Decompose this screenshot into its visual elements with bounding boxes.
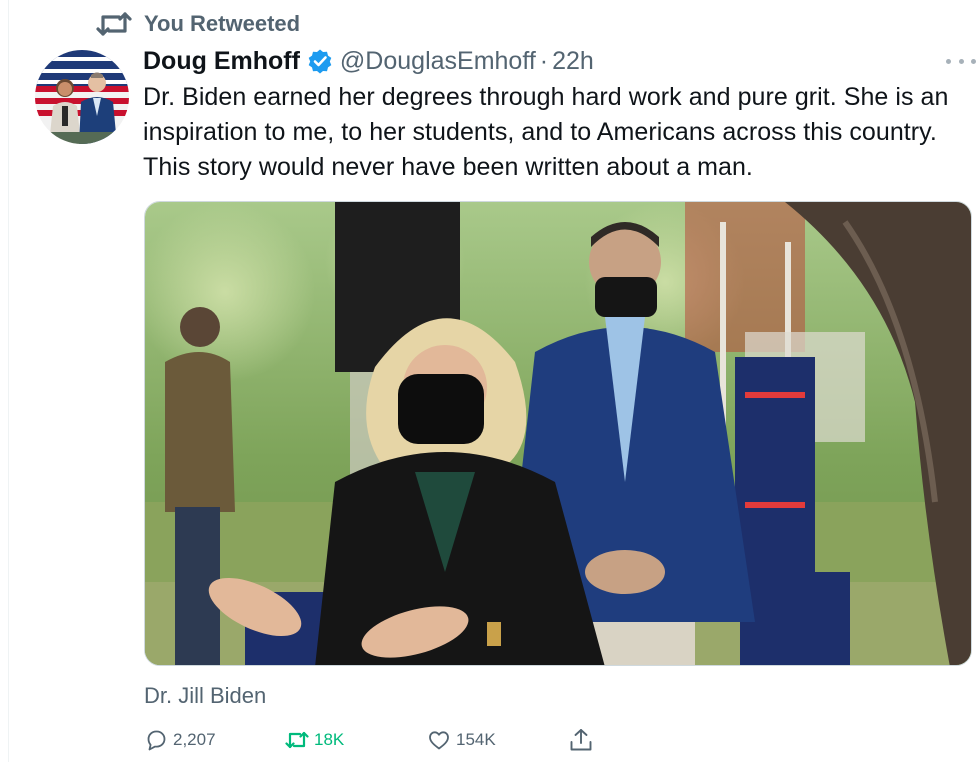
like-count: 154K [456,730,496,749]
retweet-icon [96,12,132,36]
share-button[interactable] [568,725,594,755]
more-dot [946,58,951,64]
reply-icon [147,730,166,751]
like-button[interactable]: 154K [427,725,496,755]
tweet-text-line: This story would never have been written… [143,153,753,181]
retweet-context[interactable]: You Retweeted [96,8,300,40]
reply-button[interactable]: 2,207 [144,725,216,755]
timestamp[interactable]: 22h [552,47,594,76]
retweet-context-label: You Retweeted [144,11,301,36]
retweet-count: 18K [314,730,345,749]
tweet-text-line: inspiration to me, to her students, and … [143,118,937,146]
share-icon [570,729,592,751]
more-dot [958,58,964,64]
display-name[interactable]: Doug Emhoff [143,47,300,76]
tweet-header: Doug Emhoff @DouglasEmhoff · 22h [143,42,594,80]
retweet-icon [285,731,309,749]
reply-count: 2,207 [173,730,216,749]
more-icon[interactable] [946,54,976,68]
separator-dot: · [539,46,549,75]
handle[interactable]: @DouglasEmhoff [340,47,536,76]
more-dot [971,58,976,64]
verified-badge-icon [308,49,332,74]
tweet-actions: 2,207 18K 154K [144,725,604,755]
retweet-button[interactable]: 18K [285,725,344,755]
avatar[interactable] [35,50,129,144]
heart-icon [429,731,449,750]
tweet-text: Dr. Biden earned her degrees through har… [143,80,978,185]
tweet-photo[interactable] [144,201,972,666]
tweet-text-line: Dr. Biden earned her degrees through har… [143,83,949,111]
media-caption: Dr. Jill Biden [144,683,267,708]
timeline-border [8,0,9,762]
